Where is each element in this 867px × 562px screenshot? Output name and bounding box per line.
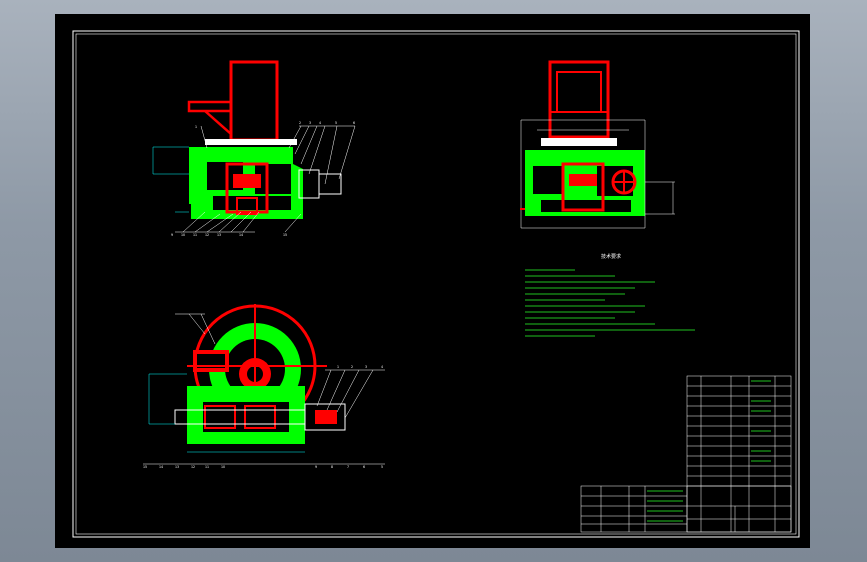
balloon-plan-3: 3 bbox=[365, 365, 367, 369]
balloon-plan-13: 13 bbox=[175, 465, 179, 469]
balloon-plan-12: 12 bbox=[191, 465, 195, 469]
balloon-plan-2: 2 bbox=[351, 365, 353, 369]
title-block-green-marks bbox=[647, 380, 771, 522]
balloon-plan-1: 1 bbox=[337, 365, 339, 369]
balloon-plan-6: 6 bbox=[363, 465, 365, 469]
balloon-plan-8: 8 bbox=[331, 465, 333, 469]
balloon-front-12: 12 bbox=[205, 233, 209, 237]
technical-notes: 技术要求 bbox=[525, 253, 695, 337]
balloon-front-5: 5 bbox=[335, 121, 337, 125]
balloon-plan-14: 14 bbox=[159, 465, 163, 469]
plan-view bbox=[143, 304, 385, 465]
balloon-front-3: 3 bbox=[309, 121, 311, 125]
balloon-front-1: 1 bbox=[195, 125, 197, 129]
side-view bbox=[520, 60, 675, 229]
drawing-frame-outer bbox=[72, 30, 800, 538]
assembly-drawing: 1 2 3 4 5 6 9 10 11 12 13 14 15 1 2 3 4 … bbox=[72, 30, 800, 538]
balloon-front-15: 15 bbox=[283, 233, 287, 237]
cad-title-block-icon bbox=[580, 375, 792, 533]
balloon-front-4: 4 bbox=[319, 121, 321, 125]
balloon-plan-11: 11 bbox=[205, 465, 209, 469]
balloon-plan-9: 9 bbox=[315, 465, 317, 469]
balloon-front-14: 14 bbox=[239, 233, 243, 237]
cad-drawing-viewport[interactable]: 1 2 3 4 5 6 9 10 11 12 13 14 15 1 2 3 4 … bbox=[55, 14, 810, 548]
balloon-front-6: 6 bbox=[353, 121, 355, 125]
drawing-frame-inner bbox=[75, 33, 797, 535]
balloon-plan-4: 4 bbox=[381, 365, 383, 369]
balloon-front-2: 2 bbox=[299, 121, 301, 125]
balloon-plan-7: 7 bbox=[347, 465, 349, 469]
balloon-front-11: 11 bbox=[193, 233, 197, 237]
balloon-front-13: 13 bbox=[217, 233, 221, 237]
balloon-front-10: 10 bbox=[181, 233, 185, 237]
balloon-plan-15: 15 bbox=[143, 465, 147, 469]
balloon-front-9: 9 bbox=[171, 233, 173, 237]
balloon-plan-5: 5 bbox=[381, 465, 383, 469]
balloon-plan-10: 10 bbox=[221, 465, 225, 469]
front-view bbox=[152, 60, 356, 233]
notes-title: 技术要求 bbox=[601, 253, 621, 260]
